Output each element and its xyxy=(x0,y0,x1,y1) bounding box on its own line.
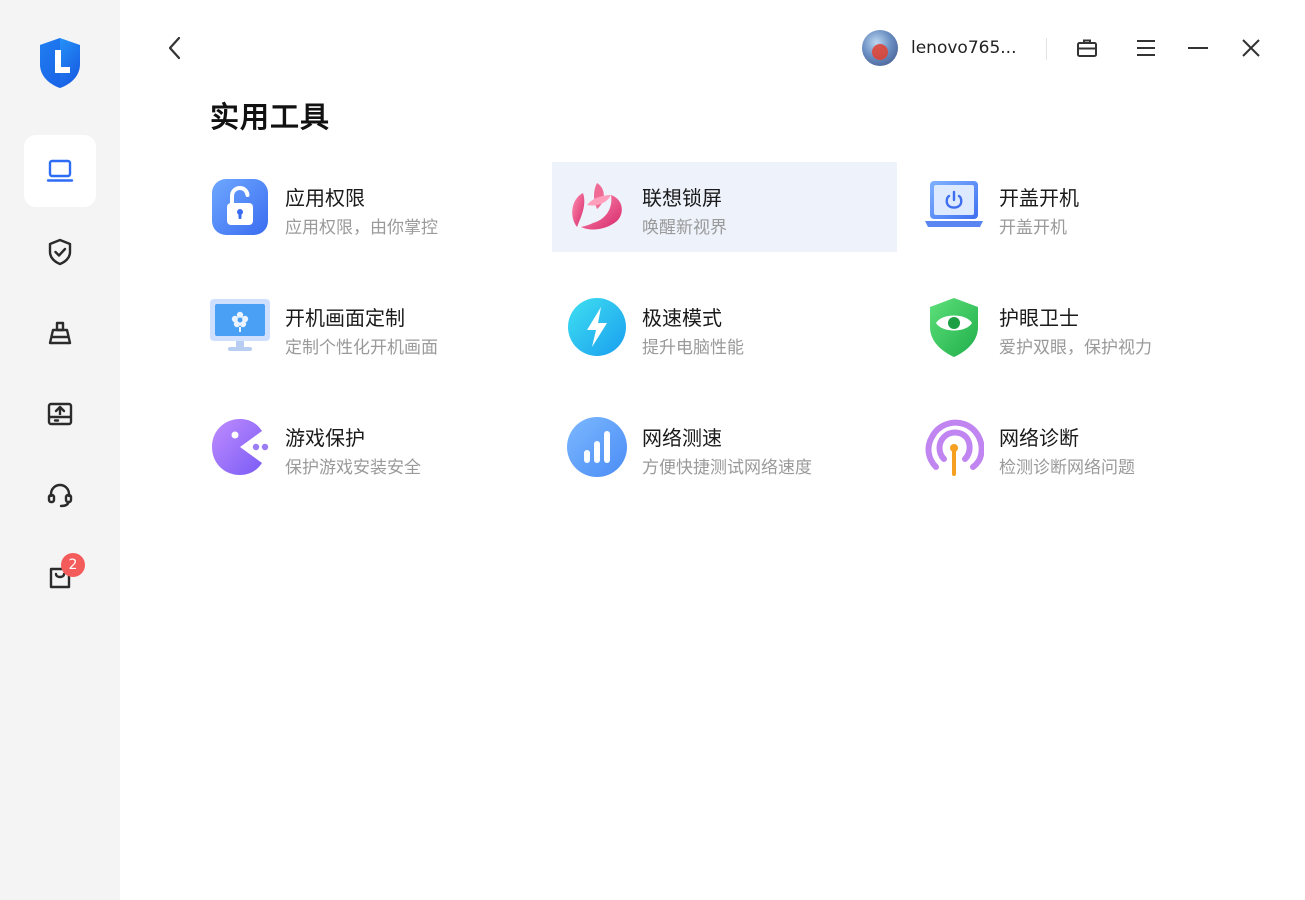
tool-lid-open-boot[interactable]: 开盖开机 开盖开机 xyxy=(909,162,1254,252)
tool-name: 网络诊断 xyxy=(999,426,1079,450)
tool-description: 开盖开机 xyxy=(999,218,1067,238)
lightning-icon xyxy=(568,298,626,356)
minimize-button[interactable] xyxy=(1182,32,1214,64)
tool-name: 联想锁屏 xyxy=(642,186,722,210)
tool-eye-care[interactable]: 护眼卫士 爱护双眼，保护视力 xyxy=(909,282,1254,372)
user-account[interactable]: lenovo765... xyxy=(862,29,1016,67)
username: lenovo765... xyxy=(911,38,1017,58)
nav-security[interactable] xyxy=(24,216,96,288)
nav-cleanup[interactable] xyxy=(24,297,96,369)
lenovo-shield-logo-icon xyxy=(40,38,80,88)
tool-network-speed-test[interactable]: 网络测速 方便快捷测试网络速度 xyxy=(552,402,897,492)
toolbox-button[interactable] xyxy=(1071,32,1103,64)
tool-description: 方便快捷测试网络速度 xyxy=(642,458,812,478)
back-button[interactable] xyxy=(160,32,190,64)
avatar xyxy=(862,30,898,66)
tool-description: 爱护双眼，保护视力 xyxy=(999,338,1152,358)
nav-store[interactable]: 2 xyxy=(24,540,96,612)
eye-shield-icon xyxy=(930,298,978,357)
antenna-icon xyxy=(925,419,984,476)
tool-game-protection[interactable]: 游戏保护 保护游戏安装安全 xyxy=(195,402,540,492)
close-icon xyxy=(1242,39,1260,57)
unlock-icon xyxy=(212,179,268,235)
tool-app-permissions[interactable]: 应用权限 应用权限，由你掌控 xyxy=(195,162,540,252)
broom-icon xyxy=(48,321,72,345)
menu-button[interactable] xyxy=(1130,32,1162,64)
minimize-icon xyxy=(1188,47,1208,49)
headset-icon xyxy=(47,483,73,508)
tool-name: 开盖开机 xyxy=(999,186,1079,210)
upload-tray-icon xyxy=(47,402,73,426)
nav-computer[interactable] xyxy=(24,135,96,207)
laptop-power-icon xyxy=(925,181,983,227)
hamburger-menu-icon xyxy=(1137,40,1155,56)
tool-name: 开机画面定制 xyxy=(285,306,405,330)
lockscreen-logo-icon xyxy=(572,183,622,230)
tool-boot-screen-custom[interactable]: 开机画面定制 定制个性化开机画面 xyxy=(195,282,540,372)
monitor-flower-icon xyxy=(210,299,270,351)
nav-drivers[interactable] xyxy=(24,378,96,450)
tool-network-diagnosis[interactable]: 网络诊断 检测诊断网络问题 xyxy=(909,402,1254,492)
tool-name: 护眼卫士 xyxy=(999,306,1079,330)
shield-check-icon xyxy=(48,238,72,266)
tool-description: 提升电脑性能 xyxy=(642,338,744,358)
tool-description: 定制个性化开机画面 xyxy=(285,338,438,358)
tool-name: 网络测速 xyxy=(642,426,722,450)
tool-description: 应用权限，由你掌控 xyxy=(285,218,438,238)
nav-support[interactable] xyxy=(24,459,96,531)
close-button[interactable] xyxy=(1235,32,1267,64)
tool-description: 检测诊断网络问题 xyxy=(999,458,1135,478)
cart-badge: 2 xyxy=(61,553,85,577)
tool-description: 唤醒新视界 xyxy=(642,218,727,238)
app-window: 2 lenovo765... 实用工具 应用权限 应用权限，由你掌控 联想锁屏 … xyxy=(0,0,1305,900)
sidebar: 2 xyxy=(0,0,120,900)
signal-bars-icon xyxy=(567,417,627,477)
tool-description: 保护游戏安装安全 xyxy=(285,458,421,478)
page-title: 实用工具 xyxy=(210,100,331,134)
tool-name: 极速模式 xyxy=(642,306,722,330)
tool-lenovo-lockscreen[interactable]: 联想锁屏 唤醒新视界 xyxy=(552,162,897,252)
tool-speed-mode[interactable]: 极速模式 提升电脑性能 xyxy=(552,282,897,372)
chevron-left-icon xyxy=(168,36,181,60)
tool-name: 应用权限 xyxy=(285,186,365,210)
toolbar-divider xyxy=(1046,38,1047,60)
laptop-icon xyxy=(46,159,74,182)
briefcase-icon xyxy=(1077,39,1097,57)
tool-name: 游戏保护 xyxy=(285,426,365,450)
pacman-icon xyxy=(212,419,269,475)
